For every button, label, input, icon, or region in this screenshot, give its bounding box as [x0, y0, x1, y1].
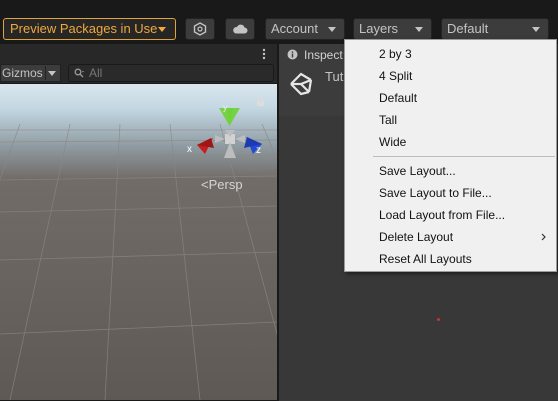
menu-item-label: Load Layout from File... — [379, 208, 506, 222]
layout-label: Default — [447, 21, 489, 36]
chevron-down-icon — [328, 27, 336, 32]
scene-toolbar: Gizmos All — [0, 62, 277, 84]
package-manager-icon — [193, 22, 207, 36]
scene-viewport[interactable]: y x z <Persp — [0, 84, 277, 400]
gizmos-label: Gizmos — [2, 66, 43, 80]
search-icon — [74, 68, 84, 78]
layout-menu: 2 by 3 4 Split Default Tall Wide Save La… — [344, 39, 557, 272]
preview-packages-button[interactable]: Preview Packages in Use — [3, 18, 176, 40]
menu-item-4-split[interactable]: 4 Split — [345, 65, 556, 87]
menu-item-save-layout-to-file[interactable]: Save Layout to File... — [345, 182, 556, 204]
search-placeholder: All — [89, 66, 103, 80]
menu-item-wide[interactable]: Wide — [345, 131, 556, 153]
chevron-down-icon — [415, 27, 423, 32]
menu-item-label: Default — [379, 91, 418, 105]
menu-item-label: 2 by 3 — [379, 47, 412, 61]
menu-item-label: Tall — [379, 113, 398, 127]
layout-dropdown[interactable]: Default — [441, 18, 549, 40]
orientation-gizmo[interactable]: y x z — [181, 102, 266, 166]
menu-item-label: 4 Split — [379, 69, 413, 83]
layers-label: Layers — [359, 21, 399, 36]
menu-item-tall[interactable]: Tall — [345, 109, 556, 131]
scene-search-input[interactable]: All — [68, 64, 274, 82]
menu-item-label: Wide — [379, 135, 407, 149]
package-manager-button[interactable] — [185, 18, 215, 40]
menu-item-delete-layout[interactable]: Delete Layout — [345, 226, 556, 248]
menu-item-label: Save Layout... — [379, 164, 456, 178]
tab-inspector[interactable]: Inspect — [279, 44, 347, 66]
axis-y-label: y — [223, 102, 228, 112]
chevron-down-icon — [158, 27, 166, 32]
layers-dropdown[interactable]: Layers — [353, 18, 432, 40]
info-icon — [287, 49, 298, 60]
unity-editor-window: Preview Packages in Use Account Layers D… — [0, 0, 558, 401]
axis-z-label: z — [256, 145, 261, 156]
gizmos-dropdown[interactable]: Gizmos — [0, 64, 61, 82]
cloud-button[interactable] — [225, 18, 255, 40]
tab-inspector-label: Inspect — [304, 48, 343, 62]
status-dot — [437, 318, 440, 321]
lock-icon[interactable] — [256, 96, 265, 107]
chevron-down-icon — [532, 27, 540, 32]
projection-toggle[interactable]: <Persp — [201, 177, 243, 192]
menu-item-save-layout[interactable]: Save Layout... — [345, 160, 556, 182]
chevron-down-icon — [48, 71, 56, 76]
axis-x-label: x — [187, 144, 192, 155]
menu-item-load-layout-from-file[interactable]: Load Layout from File... — [345, 204, 556, 226]
scene-tab-header — [0, 44, 277, 62]
menu-divider — [373, 156, 555, 157]
cloud-icon — [233, 24, 248, 34]
chevron-right-icon — [541, 233, 546, 241]
more-options-icon[interactable] — [262, 48, 266, 60]
account-dropdown[interactable]: Account — [265, 18, 345, 40]
menu-item-label: Save Layout to File... — [379, 186, 492, 200]
menu-item-2-by-3[interactable]: 2 by 3 — [345, 43, 556, 65]
main-toolbar: Preview Packages in Use Account Layers D… — [0, 0, 558, 42]
menu-item-label: Reset All Layouts — [379, 252, 472, 266]
unity-logo-icon — [290, 72, 313, 96]
account-label: Account — [271, 21, 318, 36]
menu-item-reset-all-layouts[interactable]: Reset All Layouts — [345, 248, 556, 270]
preview-packages-label: Preview Packages in Use — [10, 21, 158, 36]
divider — [45, 66, 46, 80]
menu-item-label: Delete Layout — [379, 230, 454, 244]
menu-item-default[interactable]: Default — [345, 87, 556, 109]
inspector-title: Tut — [325, 69, 344, 84]
